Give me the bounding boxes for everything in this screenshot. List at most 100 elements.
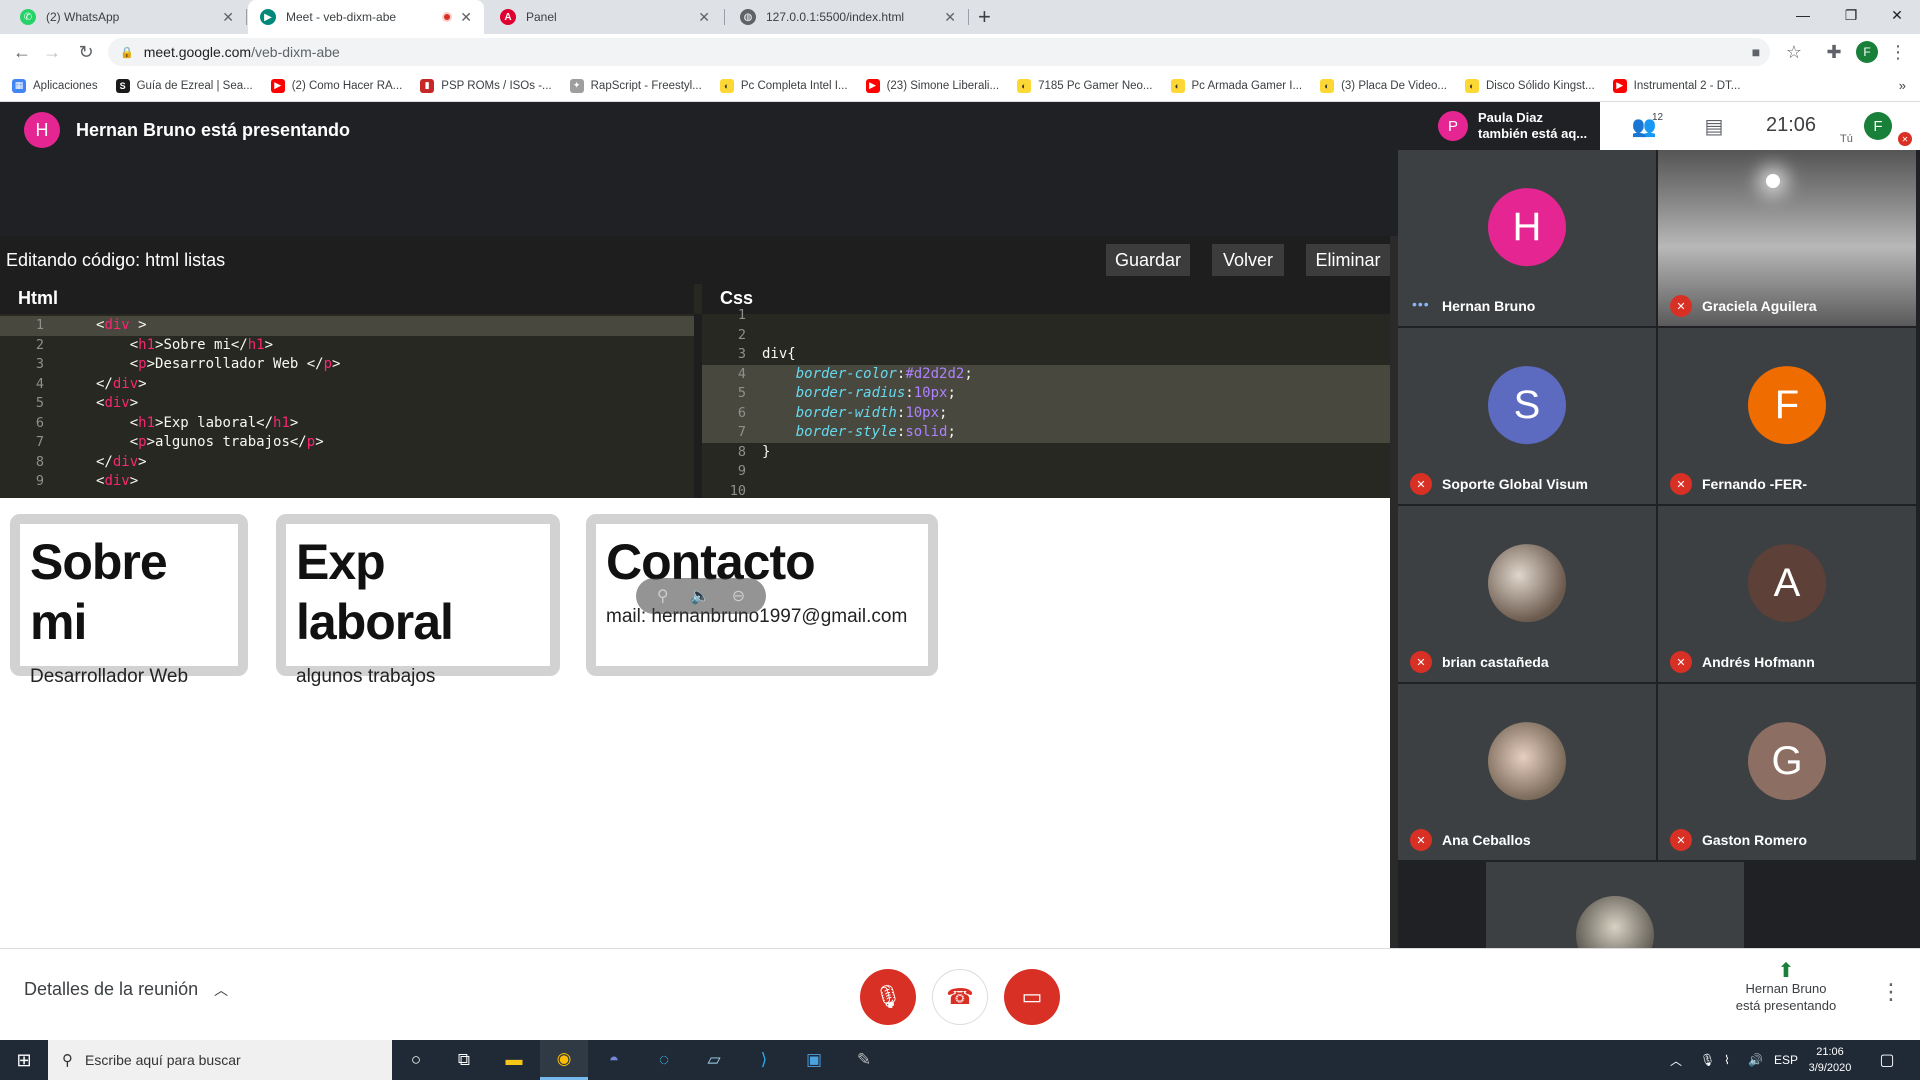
extensions-puzzle-icon[interactable]: ✚ [1820, 34, 1848, 70]
tab-meet[interactable]: ▶ Meet - veb-dixm-abe ✕ [248, 0, 484, 34]
bookmark-item[interactable]: ▮ PSP ROMs / ISOs -... [420, 78, 552, 93]
code-line: 9 [702, 462, 1390, 482]
microphone-icon[interactable]: 🎙 [1700, 1040, 1715, 1080]
line-number: 9 [35, 473, 44, 489]
window-close-icon[interactable]: ✕ [1874, 0, 1920, 30]
volume-icon[interactable]: 🔈 [690, 586, 710, 606]
camera-blocked-icon[interactable]: ■ [1742, 34, 1770, 70]
participant-tile[interactable]: ✕ Graciela Aguilera [1658, 150, 1916, 326]
bookmark-item[interactable]: S Guía de Ezreal | Sea... [115, 78, 253, 93]
language-indicator[interactable]: ESP [1774, 1040, 1798, 1080]
address-bar[interactable]: 🔒 meet.google.com/veb-dixm-abe [108, 38, 1770, 66]
line-number: 4 [35, 375, 44, 392]
back-arrow-icon[interactable]: ← [8, 34, 36, 70]
task-view-icon[interactable]: ⧉ [440, 1040, 488, 1080]
bookmark-item[interactable]: ▦ Aplicaciones [12, 78, 98, 93]
bookmark-item[interactable]: ◐ Pc Armada Gamer I... [1170, 78, 1302, 93]
network-icon[interactable]: ⌇ [1724, 1040, 1730, 1080]
participant-tile[interactable]: A ✕ Andrés Hofmann [1658, 506, 1916, 682]
bookmark-item[interactable]: ◐ 7185 Pc Gamer Neo... [1017, 78, 1153, 93]
restore-icon[interactable]: ❐ [1828, 0, 1874, 30]
close-icon[interactable]: ✕ [944, 9, 956, 26]
close-icon[interactable]: ✕ [222, 9, 234, 26]
chrome-menu-icon[interactable]: ⋮ [1884, 34, 1912, 70]
css-code[interactable]: 1 2 3 div{4 border-color:#d2d2d2; 5 border-r… [702, 306, 1390, 498]
close-icon[interactable]: ✕ [460, 9, 472, 26]
camera-off-button[interactable]: ▭ [1004, 969, 1060, 1025]
photos-icon[interactable]: ▣ [790, 1040, 838, 1080]
mic-off-button[interactable]: 🎙 [860, 969, 916, 1025]
bookmark-item[interactable]: ◐ Pc Completa Intel I... [719, 78, 848, 93]
profile-avatar[interactable]: F [1856, 41, 1878, 63]
more-bookmarks-icon[interactable]: » [1899, 78, 1906, 93]
people-icon[interactable]: 👥 [1626, 102, 1662, 150]
bookmark-item[interactable]: ✦ RapScript - Freestyl... [569, 78, 702, 93]
volume-icon[interactable]: 🔊 [1748, 1040, 1763, 1080]
vscode-icon[interactable]: ⟩ [740, 1040, 788, 1080]
participant-photo [1576, 896, 1654, 954]
shared-screen-scrollbar[interactable] [1390, 236, 1398, 952]
bookmark-item[interactable]: ▶ (2) Como Hacer RA... [270, 78, 402, 93]
save-button[interactable]: Guardar [1106, 244, 1190, 276]
participant-tile[interactable]: F ✕ Fernando -FER- [1658, 328, 1916, 504]
remove-icon[interactable]: ⊖ [732, 586, 745, 606]
also-presenting-text: Paula Diaz también está aq... [1478, 110, 1587, 142]
notepad-icon[interactable]: ▱ [690, 1040, 738, 1080]
pin-icon[interactable]: ⚲ [657, 586, 669, 606]
participant-tile-partial[interactable] [1486, 862, 1744, 954]
bookmark-item[interactable]: ◐ (3) Placa De Video... [1320, 78, 1447, 93]
leave-call-button[interactable]: ☎ [932, 969, 988, 1025]
discord-icon[interactable]: ◓ [590, 1040, 638, 1080]
chat-icon[interactable]: ▤ [1696, 102, 1732, 150]
participant-tile[interactable]: H ••• Hernan Bruno [1398, 150, 1656, 326]
close-icon[interactable]: ✕ [698, 9, 710, 26]
windows-start-icon[interactable]: ⊞ [0, 1040, 48, 1080]
participant-tile[interactable]: ✕ Ana Ceballos [1398, 684, 1656, 860]
participant-avatar: G [1748, 722, 1826, 801]
html-code[interactable]: 1 <div >2 <h1>Sobre mi</h1> 3 <p>Desarroll… [0, 314, 694, 492]
line-number: 1 [35, 317, 44, 333]
system-time: 21:06 [1816, 1046, 1844, 1058]
tray-chevron-icon[interactable]: ︿ [1670, 1040, 1682, 1080]
also-presenting-chip[interactable]: P Paula Diaz también está aq... [1428, 102, 1600, 150]
pane-divider[interactable] [694, 314, 702, 498]
code-line: 8 </div> [0, 453, 694, 473]
participant-tile[interactable]: S ✕ Soporte Global Visum [1398, 328, 1656, 504]
tab-whatsapp[interactable]: ✆ (2) WhatsApp ✕ [8, 0, 246, 34]
chrome-icon[interactable]: ◉ [540, 1040, 588, 1080]
system-clock[interactable]: 21:06 3/9/2020 [1802, 1044, 1858, 1076]
delete-button[interactable]: Eliminar [1306, 244, 1390, 276]
chevron-up-icon: ︿ [214, 981, 229, 998]
meeting-details-button[interactable]: Detalles de la reunión ︿ [24, 979, 228, 1000]
participant-tile[interactable]: G ✕ Gaston Romero [1658, 684, 1916, 860]
taskbar-search[interactable]: ⚲ Escribe aquí para buscar [48, 1040, 392, 1080]
minimize-icon[interactable]: — [1780, 0, 1826, 30]
bookmark-label: Pc Completa Intel I... [740, 79, 848, 92]
bookmarks-bar: ▦ Aplicaciones S Guía de Ezreal | Sea... ▶… [0, 70, 1920, 102]
bookmark-item[interactable]: ◐ Disco Sólido Kingst... [1464, 78, 1595, 93]
bookmark-star-icon[interactable]: ☆ [1780, 34, 1808, 70]
back-button[interactable]: Volver [1212, 244, 1284, 276]
paint-icon[interactable]: ✎ [840, 1040, 888, 1080]
file-explorer-icon[interactable]: ▬ [490, 1040, 538, 1080]
participant-tile[interactable]: ✕ brian castañeda [1398, 506, 1656, 682]
participant-count: 12 [1652, 112, 1664, 123]
ceiling-light-icon [1766, 174, 1780, 188]
presenting-status[interactable]: ⬆ Hernan Bruno está presentando [1716, 961, 1856, 1014]
forward-arrow-icon[interactable]: → [38, 34, 66, 70]
more-options-icon[interactable]: ⋮ [1880, 979, 1902, 1005]
html-pane[interactable]: Html 1 <div >2 <h1>Sobre mi</h1> 3 <p>Desa… [0, 284, 694, 498]
shared-screen: Editando código: html listas Guardar Vol… [0, 102, 1398, 954]
notifications-icon[interactable]: ▢ [1872, 1048, 1902, 1072]
new-tab-button[interactable]: + [978, 4, 991, 30]
css-pane[interactable]: Css 1 2 3 div{4 border-color:#d2d2d2; 5 bord… [702, 284, 1390, 498]
edge-icon[interactable]: ◌ [640, 1040, 688, 1080]
tab-localhost[interactable]: ◍ 127.0.0.1:5500/index.html ✕ [728, 0, 968, 34]
mic-off-icon: ✕ [1410, 473, 1432, 495]
bookmark-item[interactable]: ▶ Instrumental 2 - DT... [1612, 78, 1740, 93]
bookmark-item[interactable]: ▶ (23) Simone Liberali... [865, 78, 999, 93]
cortana-icon[interactable]: ○ [392, 1040, 440, 1080]
tab-panel[interactable]: A Panel ✕ [488, 0, 722, 34]
self-avatar[interactable]: F [1864, 112, 1892, 140]
reload-icon[interactable]: ↻ [72, 34, 100, 70]
